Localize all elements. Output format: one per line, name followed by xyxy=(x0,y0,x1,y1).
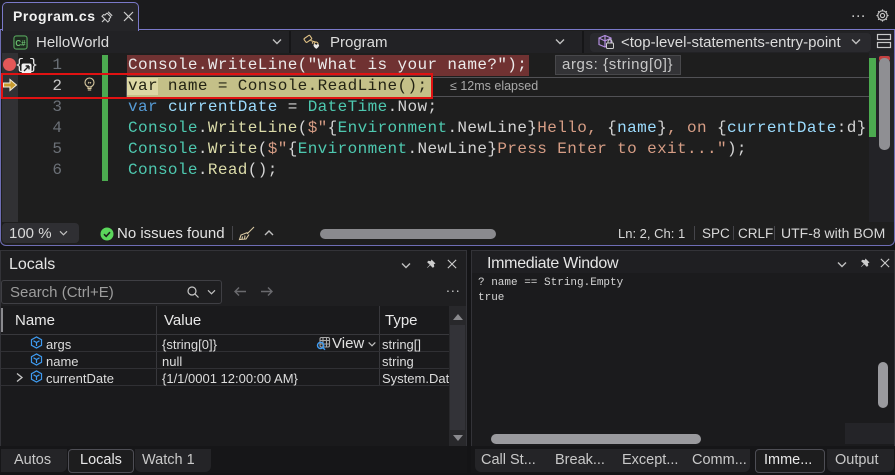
svg-text:C#: C# xyxy=(15,39,26,48)
